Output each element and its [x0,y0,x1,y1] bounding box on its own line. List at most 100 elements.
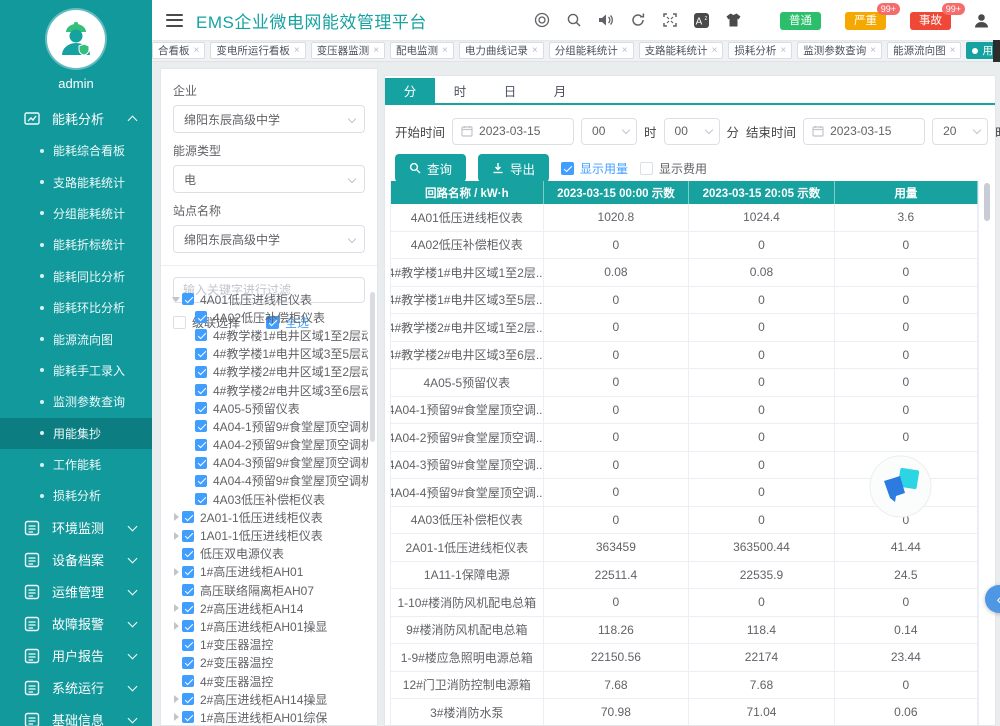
start-minute-select[interactable]: 00 [664,118,720,145]
tab-6[interactable]: 支路能耗统计× [639,42,724,59]
tree-node[interactable]: 1A01-1低压进线柜仪表 [166,526,368,544]
table-row[interactable]: 12#门卫消防控制电源箱7.687.680 [391,672,978,700]
tree-node[interactable]: 1#高压进线柜AH01综保 [166,708,368,724]
table-row[interactable]: 2A01-1低压进线柜仪表363459363500.4441.44 [391,534,978,562]
tree-node-checkbox[interactable] [182,293,194,305]
sidebar-item[interactable]: 能源流向图 [0,323,152,354]
sidebar-group-energy-analysis[interactable]: 能耗分析 [0,102,152,135]
tree-node[interactable]: 1#变压器温控 [166,636,368,654]
sidebar-item[interactable]: 支路能耗统计 [0,166,152,197]
sidebar-item[interactable]: 用能集抄 [0,418,152,449]
export-button[interactable]: 导出 [478,154,549,182]
caret-right-icon[interactable] [170,713,182,721]
alarm-badge-1[interactable]: 严重99+ [845,11,886,29]
alarm-badge-2[interactable]: 事故99+ [910,11,951,29]
show-usage-checkbox[interactable] [561,162,574,175]
table-row[interactable]: 3#楼消防水泵70.9871.040.06 [391,699,978,725]
tree-node[interactable]: 4A05-5预留仪表 [166,399,368,417]
sidebar-group-6[interactable]: 基础信息 [0,704,152,726]
tree-node[interactable]: 4A04-4预留9#食堂屋顶空调机组仪表 [166,472,368,490]
search-icon[interactable] [565,12,582,29]
tree-node[interactable]: 4A03低压补偿柜仪表 [166,490,368,508]
tree-node[interactable]: 低压双电源仪表 [166,545,368,563]
period-tab-1[interactable]: 时 [435,78,485,103]
tab-8[interactable]: 监测参数查询× [797,42,882,59]
close-icon[interactable]: × [712,46,718,56]
show-usage-checkbox-group[interactable]: 显示用量 [561,160,628,177]
caret-right-icon[interactable] [170,604,182,612]
translate-icon[interactable]: Az [693,12,710,29]
tree-node-checkbox[interactable] [195,439,207,451]
tree-node[interactable]: 4A04-2预留9#食堂屋顶空调机组仪表 [166,436,368,454]
tree-node-checkbox[interactable] [195,384,207,396]
sidebar-group-1[interactable]: 设备档案 [0,544,152,576]
tree-node[interactable]: 4A04-1预留9#食堂屋顶空调机组仪表 [166,417,368,435]
tab-0[interactable]: 合看板× [152,42,205,59]
period-tab-2[interactable]: 日 [485,78,535,103]
tree-node-checkbox[interactable] [182,566,194,578]
tree-node[interactable]: 2A01-1低压进线柜仪表 [166,508,368,526]
tree-node[interactable]: 高压联络隔离柜AH07 [166,581,368,599]
tree-node-checkbox[interactable] [195,311,207,323]
sidebar-group-4[interactable]: 用户报告 [0,640,152,672]
sidebar-item[interactable]: 能耗折标统计 [0,229,152,260]
sidebar-group-3[interactable]: 故障报警 [0,608,152,640]
tree-node-checkbox[interactable] [182,530,194,542]
tab-1[interactable]: 变电所运行看板× [210,42,305,59]
tab-9[interactable]: 能源流向图× [887,42,961,59]
company-select[interactable]: 绵阳东辰高级中学 [173,105,365,133]
show-cost-checkbox-group[interactable]: 显示费用 [640,160,707,177]
tree-node-checkbox[interactable] [182,584,194,596]
end-date-input[interactable]: 2023-03-15 [803,118,925,145]
avatar[interactable] [47,10,105,68]
refresh-icon[interactable] [629,12,646,29]
close-icon[interactable]: × [950,46,956,56]
tree-node-checkbox[interactable] [195,475,207,487]
close-icon[interactable]: × [532,46,538,56]
sidebar-item[interactable]: 能耗综合看板 [0,135,152,166]
tree-node-checkbox[interactable] [195,329,207,341]
dashboard-icon[interactable] [533,12,550,29]
tree-node[interactable]: 1#高压进线柜AH01 [166,563,368,581]
sidebar-item[interactable]: 能耗同比分析 [0,261,152,292]
user-icon[interactable] [973,12,990,29]
sidebar-item[interactable]: 能耗环比分析 [0,292,152,323]
sidebar-item[interactable]: 能耗手工录入 [0,355,152,386]
close-icon[interactable]: × [194,46,200,56]
table-row[interactable]: 1-10#楼消防风机配电总箱000 [391,589,978,617]
tab-7[interactable]: 损耗分析× [728,42,792,59]
sidebar-item[interactable]: 工作能耗 [0,449,152,480]
sidebar-group-0[interactable]: 环境监测 [0,512,152,544]
tree-node[interactable]: 4#变压器温控 [166,672,368,690]
tree-node[interactable]: 4A02低压补偿柜仪表 [166,308,368,326]
alarm-badge-0[interactable]: 普通 [780,11,821,29]
period-tab-3[interactable]: 月 [535,78,585,103]
sidebar-item[interactable]: 监测参数查询 [0,386,152,417]
tree-scrollbar[interactable] [370,292,375,442]
caret-right-icon[interactable] [170,513,182,521]
table-row[interactable]: 4#教学楼2#电井区域3至6层...000 [391,342,978,370]
sidebar-item[interactable]: 分组能耗统计 [0,198,152,229]
start-hour-select[interactable]: 00 [581,118,637,145]
close-icon[interactable]: × [780,46,786,56]
tree-node-checkbox[interactable] [182,675,194,687]
table-row[interactable]: 4A01低压进线柜仪表1020.81024.43.6 [391,204,978,232]
tree-node-checkbox[interactable] [182,657,194,669]
sidebar-group-5[interactable]: 系统运行 [0,672,152,704]
tree-node[interactable]: 4#教学楼1#电井区域1至2层动力仪表 [166,326,368,344]
tree-node-checkbox[interactable] [182,639,194,651]
tree-node[interactable]: 4#教学楼2#电井区域3至6层动力仪表 [166,381,368,399]
station-select[interactable]: 绵阳东辰高级中学 [173,225,365,253]
table-scrollbar[interactable] [984,183,990,221]
volume-icon[interactable] [597,12,614,29]
caret-right-icon[interactable] [170,568,182,576]
tree-node[interactable]: 2#高压进线柜AH14 [166,599,368,617]
close-icon[interactable]: × [294,46,300,56]
hamburger-menu-icon[interactable] [166,14,183,27]
table-row[interactable]: 4#教学楼2#电井区域1至2层...000 [391,314,978,342]
tree-node-checkbox[interactable] [182,548,194,560]
tab-overflow-strip[interactable] [993,40,1000,62]
table-row[interactable]: 4#教学楼1#电井区域1至2层...0.080.080 [391,259,978,287]
tree-node[interactable]: 2#变压器温控 [166,654,368,672]
start-date-input[interactable]: 2023-03-15 [452,118,574,145]
